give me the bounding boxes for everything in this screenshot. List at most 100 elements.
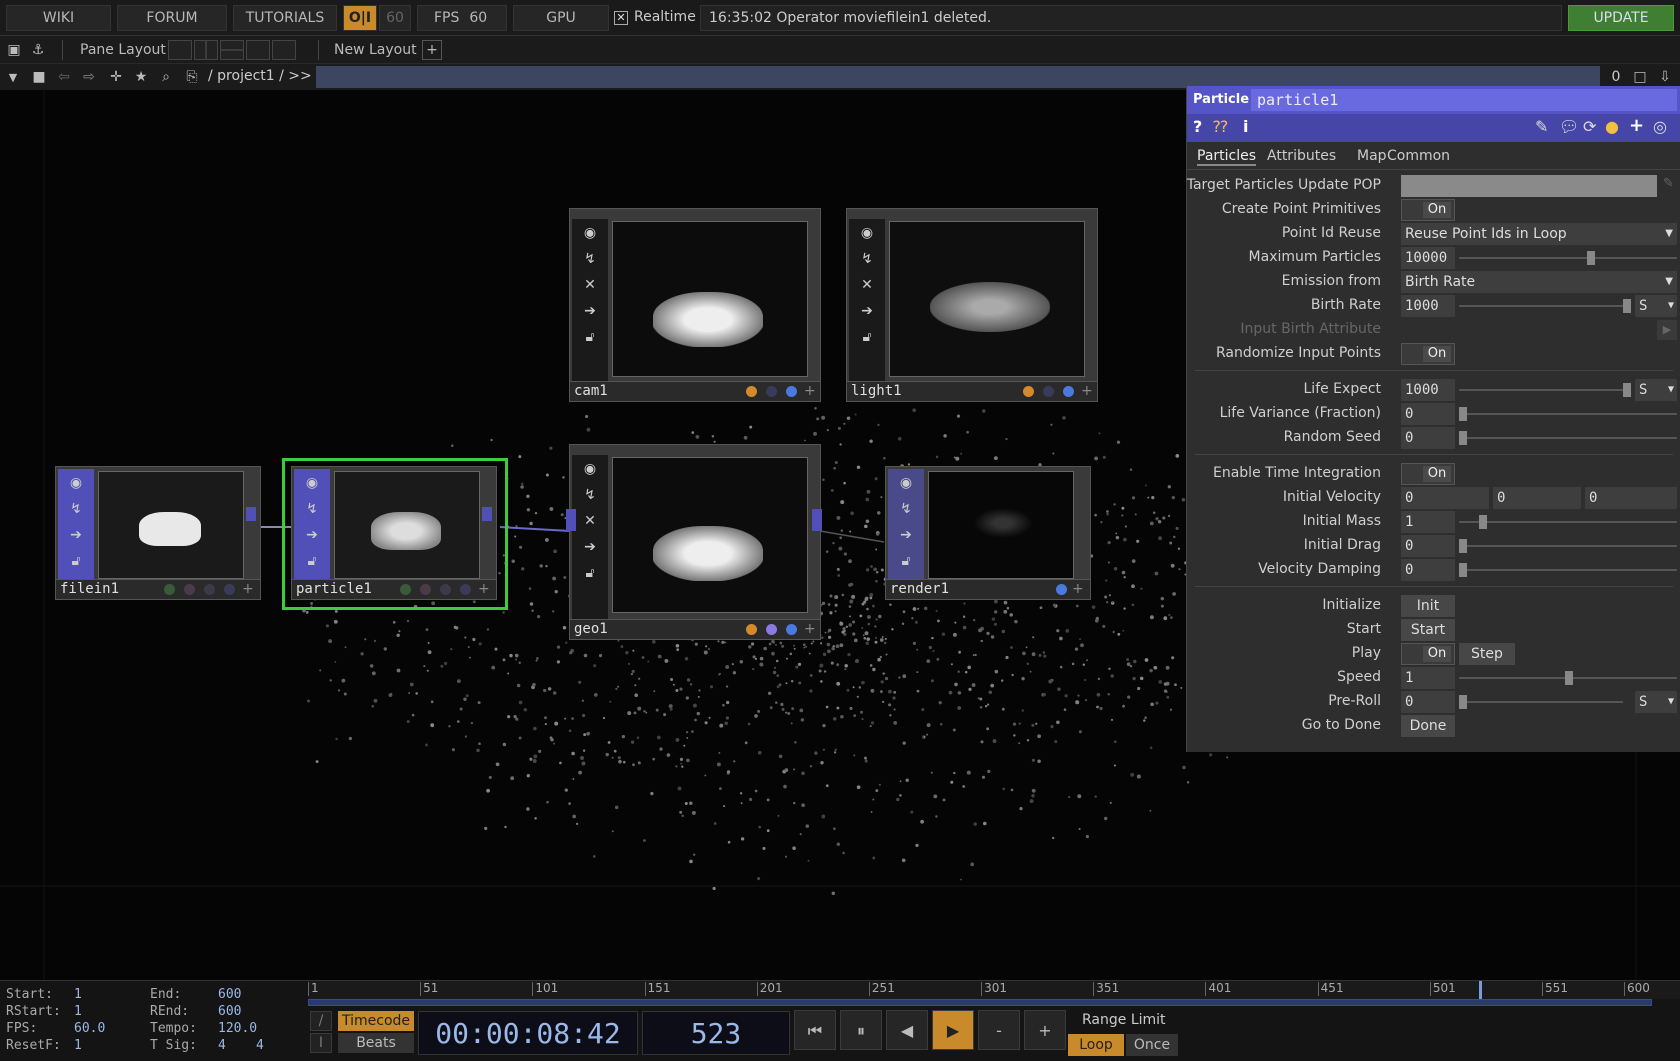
node-filein1[interactable]: ◉ ↯ ➔ 🔓︎ filein1 + [55,466,261,600]
velocity-damping-slider[interactable] [1459,569,1677,571]
bypass-icon[interactable]: ↯ [580,485,600,505]
init-velocity-x[interactable]: 0 [1401,487,1489,509]
end-value[interactable]: 600 [218,987,241,1002]
pane-type-icon[interactable]: ▣ [4,40,24,60]
add-icon[interactable]: + [804,383,816,399]
viewer-icon[interactable]: ◉ [580,223,600,243]
layout-split-v-icon[interactable] [194,40,218,60]
init-mass-field[interactable]: 1 [1401,511,1455,533]
birth-rate-field[interactable]: 1000 [1401,295,1455,317]
rend-value[interactable]: 600 [218,1004,241,1019]
plus-button[interactable]: + [1024,1010,1066,1050]
slider-knob[interactable] [1623,299,1631,313]
max-particles-field[interactable]: 10000 [1401,247,1455,269]
life-expect-slider[interactable] [1459,389,1623,391]
timecode-button[interactable]: Timecode [338,1011,414,1031]
add-icon[interactable]: + [1629,115,1644,136]
viewer-icon[interactable]: ◉ [580,459,600,479]
flag-dot[interactable] [1043,386,1054,397]
randomize-toggle[interactable]: On [1401,343,1455,365]
velocity-damping-field[interactable]: 0 [1401,559,1455,581]
search-icon[interactable]: ⌕ [156,67,176,87]
random-seed-slider[interactable] [1459,437,1677,439]
start-button[interactable]: Start [1401,619,1455,641]
layout-single-icon[interactable] [168,40,192,60]
bypass-icon[interactable]: ↯ [580,249,600,269]
slider-knob[interactable] [1459,431,1467,445]
life-expect-field[interactable]: 1000 [1401,379,1455,401]
point-id-menu[interactable]: Reuse Point Ids in Loop ▼ [1401,223,1677,245]
tab-map[interactable]: Map [1357,148,1387,164]
add-icon[interactable]: + [242,581,254,597]
close-icon[interactable]: ✕ [580,511,600,531]
op-name-field[interactable]: particle1 [1251,89,1677,111]
emission-menu[interactable]: Birth Rate ▼ [1401,271,1677,293]
flag-dot[interactable] [164,584,175,595]
chevron-down-icon[interactable]: ▼ [3,67,23,87]
flag-dot[interactable] [766,386,777,397]
init-velocity-z[interactable]: 0 [1585,487,1677,509]
flag-dot[interactable] [786,624,797,635]
start-value[interactable]: 1 [74,987,82,1002]
birth-rate-slider[interactable] [1459,305,1623,307]
fps-value[interactable]: 60.0 [74,1021,105,1036]
slider-knob[interactable] [1459,695,1467,709]
lock-icon[interactable]: 🔓︎ [66,551,86,571]
frame-ruler[interactable]: 1 51 101 151 201 251 301 351 401 451 501 551 600 [308,981,1680,999]
node-geo1[interactable]: ◉ ↯ ✕ ➔ 🔓︎ geo1 + [566,444,822,640]
skip-to-start-icon[interactable]: ⏮ [794,1010,836,1050]
close-icon[interactable]: ✕ [857,275,877,295]
flag-dot[interactable] [224,584,235,595]
forward-arrow-icon[interactable]: ⇨ [79,67,99,87]
cursor-icon[interactable]: I [310,1033,332,1053]
bypass-icon[interactable]: ↯ [302,499,322,519]
tsig-value-b[interactable]: 4 [256,1038,264,1053]
tutorials-button[interactable]: TUTORIALS [233,5,337,31]
flag-dot[interactable] [204,584,215,595]
lock-icon[interactable]: 🔓︎ [302,551,322,571]
add-icon[interactable]: + [804,621,816,637]
display-arrow-icon[interactable]: ➔ [896,525,916,545]
close-icon[interactable]: ✕ [580,275,600,295]
bypass-icon[interactable]: ↯ [66,499,86,519]
python-icon[interactable]: ● [1605,117,1619,136]
star-icon[interactable]: ★ [131,67,151,87]
layout-split-h-icon[interactable] [220,40,244,60]
network-path[interactable]: / project1 / >> [208,68,312,84]
flag-dot[interactable] [420,584,431,595]
play-toggle[interactable]: On [1401,643,1455,665]
beats-button[interactable]: Beats [338,1033,414,1053]
tsig-value-a[interactable]: 4 [218,1038,226,1053]
node-particle1[interactable]: ◉ ↯ ➔ 🔓︎ particle1 + [291,466,497,600]
flag-dot[interactable] [766,624,777,635]
flag-dot[interactable] [184,584,195,595]
init-velocity-y[interactable]: 0 [1493,487,1581,509]
flag-dot[interactable] [1023,386,1034,397]
create-point-toggle[interactable]: On [1401,199,1455,221]
rstart-value[interactable]: 1 [74,1004,82,1019]
add-icon[interactable]: + [478,581,490,597]
init-mass-slider[interactable] [1459,521,1677,523]
lock-icon[interactable]: 🔓︎ [896,551,916,571]
tempo-value[interactable]: 120.0 [218,1021,257,1036]
enable-time-toggle[interactable]: On [1401,463,1455,485]
pencil-icon[interactable]: ✎ [1663,176,1674,191]
path-field[interactable] [316,66,1600,88]
new-layout-label[interactable]: New Layout [334,42,417,58]
home-icon[interactable]: ✛ [106,67,126,87]
bypass-icon[interactable]: ↯ [896,499,916,519]
flag-dot[interactable] [440,584,451,595]
slider-knob[interactable] [1459,407,1467,421]
init-drag-field[interactable]: 0 [1401,535,1455,557]
parent-icon[interactable]: ⎘ [182,67,202,87]
slider-knob[interactable] [1587,251,1595,265]
done-button[interactable]: Done [1401,715,1455,737]
preroll-field[interactable]: 0 [1401,691,1455,713]
stop-icon[interactable]: ■ [29,67,49,87]
step-back-icon[interactable]: ◀ [886,1010,928,1050]
node-render1[interactable]: ◉ ↯ ➔ 🔓︎ render1 + [885,466,1091,600]
oi-toggle[interactable]: O|I [343,5,377,31]
forum-button[interactable]: FORUM [117,5,227,31]
add-icon[interactable]: + [1072,581,1084,597]
resetf-value[interactable]: 1 [74,1038,82,1053]
